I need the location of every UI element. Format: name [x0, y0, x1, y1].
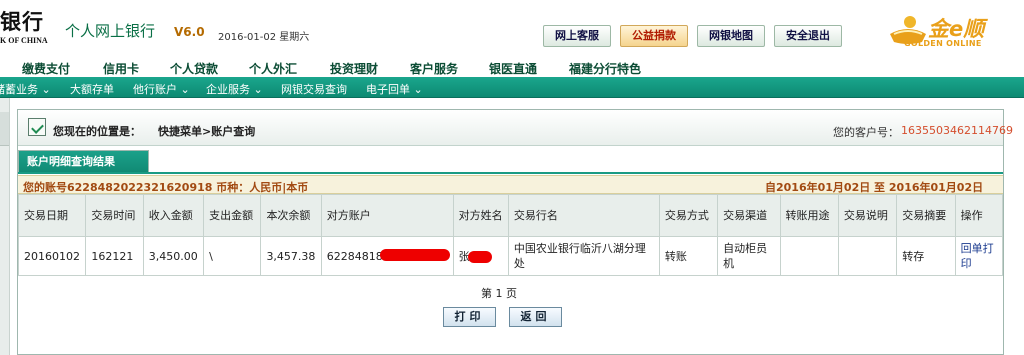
nav-payment[interactable]: 缴费支付 [22, 60, 70, 77]
customer-number: 1635503462114769 [901, 124, 1013, 137]
back-button[interactable]: 返回 [509, 307, 562, 327]
bank-name: 银行 [0, 9, 44, 34]
nav-investment[interactable]: 投资理财 [330, 60, 378, 77]
col-balance: 本次余额 [260, 194, 322, 237]
subnav-large-deposit[interactable]: 大额存单 [70, 81, 114, 97]
cell-balance: 3,457.38 [260, 236, 322, 276]
cell-action: 回单打印 [954, 236, 1004, 276]
redaction-mark [467, 251, 492, 263]
col-channel: 交易渠道 [717, 194, 781, 237]
account-info-bar: 您的账号6228482022321620918 币种：人民币|本币 自2016年… [18, 175, 1003, 194]
col-expense: 支出金额 [203, 194, 262, 237]
checklist-icon [28, 118, 46, 136]
nav-credit-card[interactable]: 信用卡 [103, 60, 139, 77]
logo-text-english: GOLDEN ONLINE [904, 39, 982, 48]
online-service-button[interactable]: 网上客服 [543, 25, 611, 47]
nav-customer-service[interactable]: 客户服务 [410, 60, 458, 77]
table-header-row: 交易日期 交易时间 收入金额 支出金额 本次余额 对方账户 对方姓名 交易行名 … [17, 194, 1004, 237]
cell-date: 20160102 [17, 236, 87, 276]
transaction-table: 交易日期 交易时间 收入金额 支出金额 本次余额 对方账户 对方姓名 交易行名 … [17, 194, 1004, 276]
cell-expense: \ [203, 236, 262, 276]
nav-fujian-branch[interactable]: 福建分行特色 [569, 60, 641, 77]
location-bar: 您现在的位置是： 快捷菜单>账户查询 您的客户号： 16355034621147… [18, 110, 1013, 146]
subnav-transaction-query[interactable]: 网银交易查询 [281, 81, 347, 97]
cell-summary: 转存 [896, 236, 956, 276]
col-income: 收入金额 [142, 194, 205, 237]
cell-purpose [779, 236, 839, 276]
col-counter-name: 对方姓名 [452, 194, 509, 237]
logout-button[interactable]: 安全退出 [774, 25, 842, 47]
cell-time: 162121 [85, 236, 144, 276]
golden-online-logo: 金e顺 GOLDEN ONLINE [888, 10, 1018, 50]
nav-personal-loan[interactable]: 个人贷款 [170, 60, 218, 77]
customer-number-label: 您的客户号： [833, 126, 899, 139]
col-bank-name: 交易行名 [507, 194, 660, 237]
account-number-currency: 您的账号6228482022321620918 币种：人民币|本币 [23, 181, 309, 194]
cell-income: 3,450.00 [142, 236, 205, 276]
tab-account-detail-result[interactable]: 账户明细查询结果 [18, 150, 149, 172]
cell-counter-name: 张 [452, 236, 509, 276]
cell-bank-name: 中国农业银行临沂八湖分理处 [507, 236, 660, 276]
content-panel: 您现在的位置是： 快捷菜单>账户查询 您的客户号： 16355034621147… [17, 109, 1013, 355]
subnav-e-receipt[interactable]: 电子回单 ⌄ [366, 81, 423, 97]
left-sidebar-collapsed[interactable] [0, 98, 10, 355]
col-summary: 交易摘要 [896, 194, 956, 237]
table-row: 20160102 162121 3,450.00 \ 3,457.38 6228… [17, 236, 1004, 276]
col-trade-time: 交易时间 [85, 194, 144, 237]
header: 银行 K OF CHINA 个人网上银行 V6.0 2016-01-02 星期六… [0, 0, 1024, 52]
col-purpose: 转账用途 [779, 194, 839, 237]
print-receipt-link[interactable]: 回单打印 [961, 242, 994, 270]
col-method: 交易方式 [658, 194, 719, 237]
breadcrumb: 快捷菜单>账户查询 [158, 125, 256, 138]
sub-navigation: 储蓄业务 ⌄ 大额存单 他行账户 ⌄ 企业服务 ⌄ 网银交易查询 电子回单 ⌄ [0, 77, 1024, 98]
charity-donation-button[interactable]: 公益捐款 [620, 25, 688, 47]
nav-medical[interactable]: 银医直通 [489, 60, 537, 77]
cell-channel: 自动柜员机 [717, 236, 781, 276]
col-trade-date: 交易日期 [17, 194, 87, 237]
subnav-enterprise-service[interactable]: 企业服务 ⌄ [206, 81, 263, 97]
version-label: V6.0 [174, 25, 205, 39]
cell-counter-account: 622848185 [320, 236, 454, 276]
main-navigation: 缴费支付 信用卡 个人贷款 个人外汇 投资理财 客户服务 银医直通 福建分行特色 [0, 57, 1024, 77]
col-counter-account: 对方账户 [320, 194, 454, 237]
col-note: 交易说明 [837, 194, 898, 237]
cell-note [837, 236, 898, 276]
bank-name-english: K OF CHINA [0, 36, 48, 45]
subnav-savings[interactable]: 储蓄业务 ⌄ [0, 81, 51, 97]
product-title: 个人网上银行 [65, 22, 156, 40]
branch-map-button[interactable]: 网银地图 [697, 25, 765, 47]
subnav-other-bank-accounts[interactable]: 他行账户 ⌄ [133, 81, 190, 97]
print-button[interactable]: 打印 [443, 307, 496, 327]
redaction-mark [379, 249, 450, 261]
col-action: 操作 [954, 194, 1004, 237]
page-number: 第 1 页 [481, 287, 517, 300]
nav-foreign-exchange[interactable]: 个人外汇 [249, 60, 297, 77]
cell-method: 转账 [658, 236, 719, 276]
current-date: 2016-01-02 星期六 [218, 32, 310, 43]
location-label: 您现在的位置是： [53, 125, 141, 138]
date-range: 自2016年01月02日 至 2016年01月02日 [765, 181, 984, 194]
